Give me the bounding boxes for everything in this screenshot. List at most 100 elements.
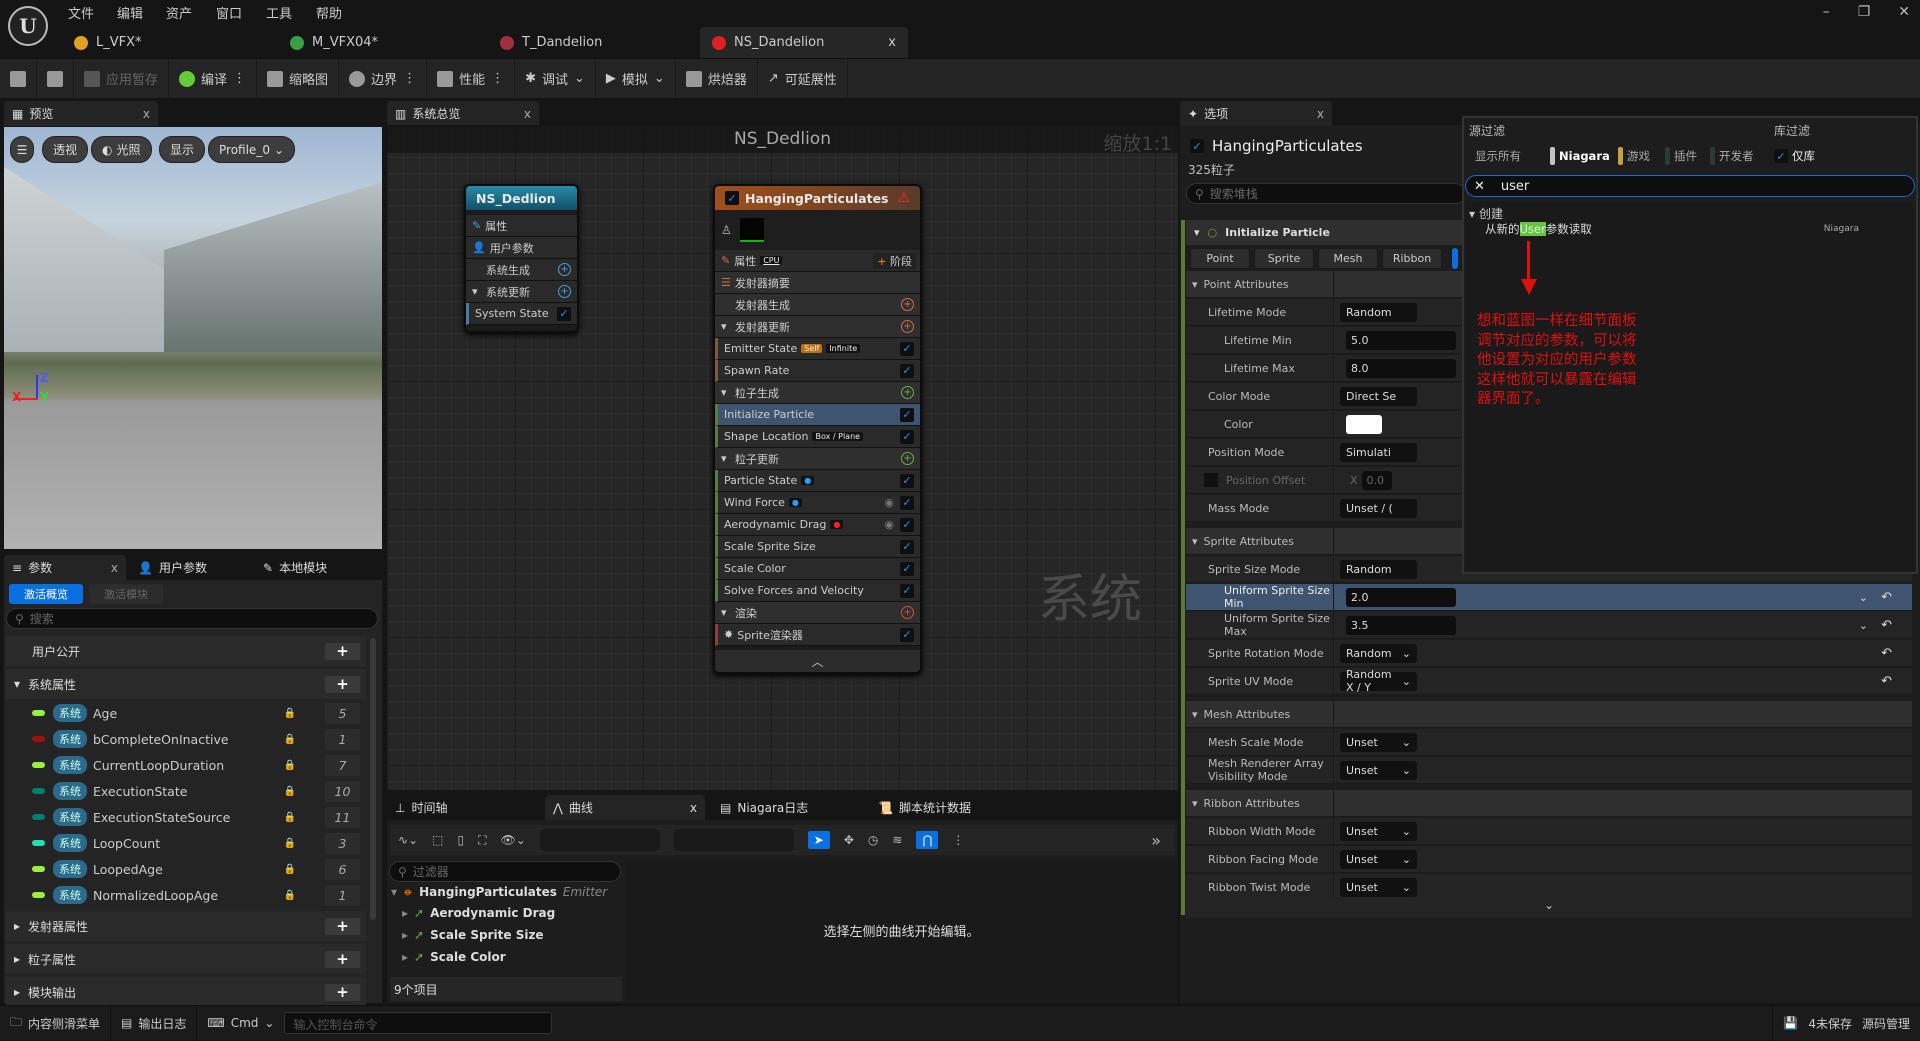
doc-tab-nsdandelion[interactable]: NS_Dandelion x (700, 27, 908, 58)
parameters-search-input[interactable]: ⚲ 搜索 (6, 608, 378, 629)
active-overview-button[interactable]: 激活概览 (9, 584, 83, 604)
scrollbar[interactable] (370, 638, 376, 920)
select-tool-button[interactable]: ➤ (807, 831, 830, 849)
viewport-menu-button[interactable]: ☰ (10, 136, 34, 163)
close-icon[interactable]: x (524, 107, 531, 121)
emitter-node-row[interactable]: Wind Force ● ◉ ✓ (715, 492, 920, 514)
property-row[interactable]: Mesh Renderer Array Visibility Mode Unset… (1186, 757, 1912, 784)
emitter-node-row[interactable]: Particle State ● ✓ (715, 470, 920, 492)
filter-chip[interactable]: 显示所有 (1469, 146, 1527, 166)
visibility-dropdown[interactable]: 👁⌄ (500, 833, 525, 847)
baker-button[interactable]: 烘焙器 (676, 58, 758, 99)
emitter-node-row[interactable]: Initialize Particle ✓ (715, 404, 920, 426)
property-row[interactable]: Mesh Scale Mode Unset ⌄ (1186, 729, 1912, 756)
apply-button[interactable]: 应用暂存 (74, 58, 170, 99)
output-log-button[interactable]: ▤ 输出日志 (111, 1005, 198, 1041)
property-dropdown[interactable]: Random X / Y ⌄ (1340, 668, 1417, 694)
property-row[interactable]: Sprite Rotation Mode Random ⌄ ↶ (1186, 640, 1912, 667)
emitter-node-row[interactable]: ▾ 渲染 + (715, 602, 920, 624)
tab-script-stats[interactable]: 📜 脚本统计数据 (870, 795, 979, 820)
close-window-button[interactable]: ✕ (1898, 4, 1910, 20)
emitter-node-row[interactable]: Spawn Rate ✓ (715, 360, 920, 382)
emitter-node-row[interactable]: Solve Forces and Velocity ✓ (715, 580, 920, 602)
property-dropdown[interactable]: Random (1340, 559, 1417, 579)
section-system-attributes[interactable]: ▾ 系统属性 + (6, 669, 366, 699)
reset-icon[interactable]: ↶ (1881, 674, 1892, 689)
tab-local-modules[interactable]: ✎ 本地模块 (255, 555, 335, 580)
property-dropdown[interactable]: Random (1340, 302, 1417, 322)
library-only-checkbox[interactable]: ✓ 仅库 (1768, 146, 1821, 166)
add-button[interactable]: + (325, 983, 360, 1001)
filter-chip[interactable]: 游戏 (1612, 146, 1656, 166)
frame-icon[interactable]: ⛶ (478, 833, 486, 848)
unreal-logo[interactable]: U (8, 6, 48, 46)
curve-filter-input[interactable]: ⚲ 过滤器 (389, 861, 621, 882)
add-button[interactable]: + (325, 950, 360, 968)
property-dropdown[interactable]: Unset ⌄ (1340, 821, 1417, 841)
tab-user-parameters[interactable]: 👤 用户参数 (130, 555, 215, 580)
tab-niagara-log[interactable]: ▤ Niagara日志 (712, 795, 816, 820)
emitter-node[interactable]: ✓ HangingParticulates ⚠ ♙ ✎ 属性 CPU + 阶段 … (713, 184, 922, 674)
emitter-node-row[interactable]: 发射器生成 + (715, 294, 920, 316)
property-row[interactable]: Uniform Sprite Size Min 2.0 ⌄ ↶ (1186, 584, 1912, 611)
checkbox[interactable] (1204, 473, 1218, 487)
emitter-node-row[interactable]: ▾ 发射器更新 + (715, 316, 920, 338)
profile-dropdown[interactable]: Profile_0 ⌄ (208, 136, 296, 163)
number-input[interactable]: 8.0 (1346, 358, 1456, 378)
property-row[interactable]: Uniform Sprite Size Max 3.5 ⌄ ↶ (1186, 612, 1912, 639)
browse-button[interactable] (37, 58, 74, 99)
tab-curves[interactable]: ⋀ 曲线 x (545, 795, 705, 820)
enabled-checkbox[interactable]: ✓ (900, 495, 914, 510)
emitter-node-row[interactable]: Scale Sprite Size ✓ (715, 536, 920, 558)
close-icon[interactable]: x (888, 35, 896, 50)
tree-curve-item[interactable]: ▸ ➚ Scale Color (402, 950, 506, 964)
system-overview-graph[interactable]: NS_Dedlion 缩放1:1 系统 NS_Dedlion ✎ 属性 👤 用户参数系… (387, 125, 1178, 790)
param-row[interactable]: 系统 LoopCount 🔒 3 (6, 830, 366, 856)
doc-tab-mvfx04[interactable]: M_VFX04* (278, 27, 390, 58)
add-module-button[interactable]: + (901, 320, 914, 333)
close-icon[interactable]: x (111, 561, 118, 575)
more-icon[interactable]: ⋮ (403, 71, 416, 86)
property-dropdown[interactable]: Unset ⌄ (1340, 760, 1417, 780)
number-input[interactable]: 2.0 (1346, 587, 1456, 607)
menu-2[interactable]: 资产 (166, 3, 192, 22)
filter-tab-ribbon[interactable]: Ribbon (1382, 248, 1442, 269)
eye-icon[interactable]: ◉ (884, 496, 894, 509)
curve-type-dropdown[interactable]: ∿⌄ (398, 833, 418, 847)
emitter-thumbnail[interactable] (739, 218, 764, 242)
param-row[interactable]: 系统 ExecutionStateSource 🔒 11 (6, 804, 366, 830)
thumbnail-button[interactable]: 缩略图 (257, 58, 340, 99)
emitter-properties-row[interactable]: ✎ 属性 CPU + 阶段 (715, 250, 920, 272)
stack-search-input[interactable]: ⚲ 搜索堆栈 (1186, 183, 1466, 204)
popup-search-input[interactable]: ✕ user (1465, 175, 1915, 197)
property-row[interactable]: Sprite UV Mode Random X / Y ⌄ ↶ (1186, 668, 1912, 695)
property-dropdown[interactable]: Simulati (1340, 442, 1417, 462)
menu-4[interactable]: 工具 (266, 3, 292, 22)
enabled-checkbox[interactable]: ✓ (900, 583, 914, 598)
close-icon[interactable]: x (143, 107, 150, 121)
close-icon[interactable]: x (1317, 107, 1324, 121)
simulate-button[interactable]: ▶ 模拟 ⌄ (596, 58, 676, 99)
tree-curve-item[interactable]: ▸ ➚ Aerodynamic Drag (402, 906, 555, 920)
doc-tab-tdandelion[interactable]: T_Dandelion (488, 27, 614, 58)
collapse-button[interactable]: ︿ (715, 650, 920, 672)
save-button[interactable] (0, 58, 37, 99)
enabled-checkbox[interactable]: ✓ (900, 561, 914, 576)
number-input[interactable]: 3.5 (1346, 615, 1456, 635)
color-swatch[interactable] (1346, 414, 1382, 434)
enabled-checkbox[interactable]: ✓ (900, 473, 914, 488)
tree-emitter[interactable]: ▾ ⦵ HangingParticulates Emitter (391, 884, 607, 899)
system-node-row[interactable]: ▾ 系统更新 + (466, 281, 577, 303)
add-module-button[interactable]: + (901, 386, 914, 399)
value-input[interactable] (673, 829, 794, 851)
preview-viewport[interactable]: ☰ 透视 ◐ 光照 显示 Profile_0 ⌄ Z X Y (4, 127, 382, 549)
add-module-button[interactable]: + (901, 606, 914, 619)
emitter-enabled-checkbox[interactable]: ✓ (725, 191, 739, 205)
emitter-node-row[interactable]: Aerodynamic Drag ● ◉ ✓ (715, 514, 920, 536)
number-input[interactable]: 5.0 (1346, 330, 1456, 350)
retime-tool-icon[interactable]: ◷ (868, 833, 878, 847)
menu-1[interactable]: 编辑 (117, 3, 143, 22)
lighting-button[interactable]: ◐ 光照 (91, 136, 152, 163)
filter-tab-point[interactable]: Point (1190, 248, 1250, 269)
property-dropdown[interactable]: Unset ⌄ (1340, 732, 1417, 752)
